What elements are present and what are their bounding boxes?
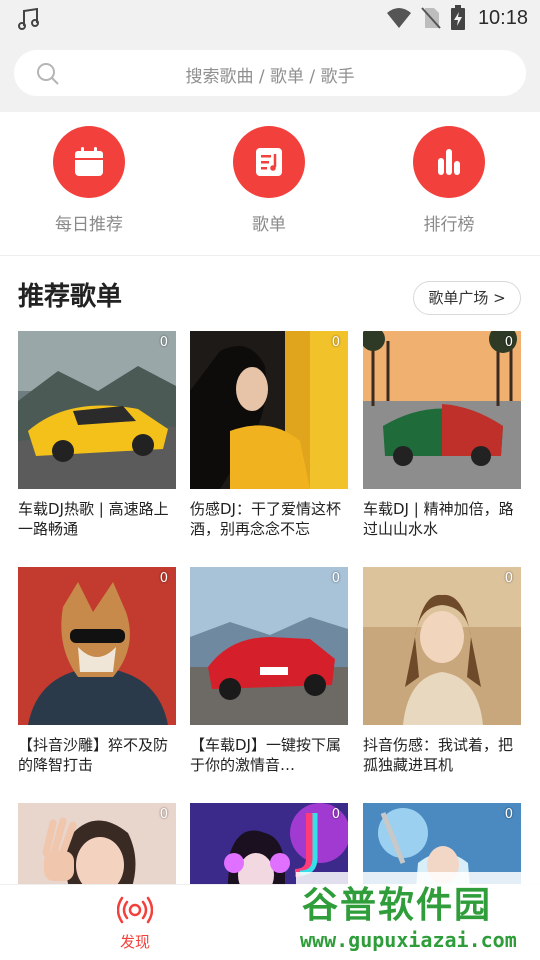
- quick-circle: [413, 126, 485, 198]
- playlist-card[interactable]: 0 车载DJ | 精神加倍，路过山山水水: [363, 331, 521, 539]
- chart-bars-icon: [438, 149, 460, 175]
- playlist-icon: [256, 148, 282, 176]
- play-count: 0: [504, 807, 513, 822]
- calendar-icon: [75, 147, 103, 176]
- play-count: 0: [331, 807, 340, 822]
- playlist-title: 车载DJ | 精神加倍，路过山山水水: [363, 500, 514, 538]
- status-time: 10:18: [477, 6, 528, 29]
- quick-circle: [233, 126, 305, 198]
- playlist-cover: 0: [190, 331, 348, 489]
- playlist-cover: 0: [18, 331, 176, 489]
- search-area: 搜索歌曲 / 歌单 / 歌手: [0, 36, 540, 112]
- quick-label-playlist: 歌单: [252, 215, 286, 235]
- playlist-button[interactable]: 歌单: [209, 126, 329, 235]
- playlist-title: 【抖音沙雕】猝不及防的降智打击: [18, 736, 169, 774]
- play-count: 0: [331, 335, 340, 350]
- play-count: 0: [159, 335, 168, 350]
- playlist-cover: 0: [363, 331, 521, 489]
- play-count: 0: [331, 571, 340, 586]
- broadcast-icon: [116, 896, 154, 924]
- nav-discover-label: 发现: [119, 933, 150, 951]
- playlist-cover: 0: [363, 567, 521, 725]
- play-count: 0: [159, 571, 168, 586]
- music-note-icon: [18, 7, 39, 30]
- playlist-title: 车载DJ热歌 | 高速路上一路畅通: [18, 500, 169, 538]
- no-sim-icon: [421, 7, 441, 29]
- playlist-cover: 0: [190, 567, 348, 725]
- playlist-title: 抖音伤感：我试着，把孤独藏进耳机: [363, 736, 514, 774]
- playlist-card[interactable]: 0 【抖音沙雕】猝不及防的降智打击: [18, 567, 176, 775]
- playlist-card[interactable]: 0 车载DJ热歌 | 高速路上一路畅通: [18, 331, 176, 539]
- ranking-button[interactable]: 排行榜: [389, 126, 509, 235]
- watermark: 谷普软件园 www.gupuxiazai.com: [296, 872, 540, 960]
- playlist-title: 伤感DJ：干了爱情这杯酒，别再念念不忘: [190, 500, 341, 538]
- quick-label-ranking: 排行榜: [423, 215, 475, 235]
- daily-recommend-button[interactable]: 每日推荐: [29, 126, 149, 235]
- play-count: 0: [504, 335, 513, 350]
- play-count: 0: [504, 571, 513, 586]
- status-bar: 10:18: [0, 0, 540, 36]
- nav-discover[interactable]: 发现: [104, 895, 166, 952]
- watermark-url: www.gupuxiazai.com: [300, 928, 517, 952]
- playlist-card[interactable]: 0 伤感DJ：干了爱情这杯酒，别再念念不忘: [190, 331, 348, 539]
- search-placeholder: 搜索歌曲 / 歌单 / 歌手: [185, 67, 355, 87]
- quick-circle: [53, 126, 125, 198]
- quick-label-daily: 每日推荐: [55, 215, 123, 235]
- playlist-cover: 0: [18, 567, 176, 725]
- play-count: 0: [159, 807, 168, 822]
- playlist-card[interactable]: 0 抖音伤感：我试着，把孤独藏进耳机: [363, 567, 521, 775]
- wifi-icon: [386, 8, 411, 28]
- playlist-card[interactable]: 0 【车载DJ】一键按下属于你的激情音…: [190, 567, 348, 775]
- section-title: 推荐歌单: [18, 282, 123, 312]
- playlist-plaza-button[interactable]: 歌单广场 >: [413, 281, 521, 315]
- playlist-title: 【车载DJ】一键按下属于你的激情音…: [190, 736, 341, 774]
- quick-actions: 每日推荐 歌单 排行榜: [0, 112, 540, 256]
- search-input[interactable]: 搜索歌曲 / 歌单 / 歌手: [14, 50, 526, 96]
- watermark-title: 谷普软件园: [302, 885, 493, 926]
- battery-charging-icon: [450, 5, 465, 30]
